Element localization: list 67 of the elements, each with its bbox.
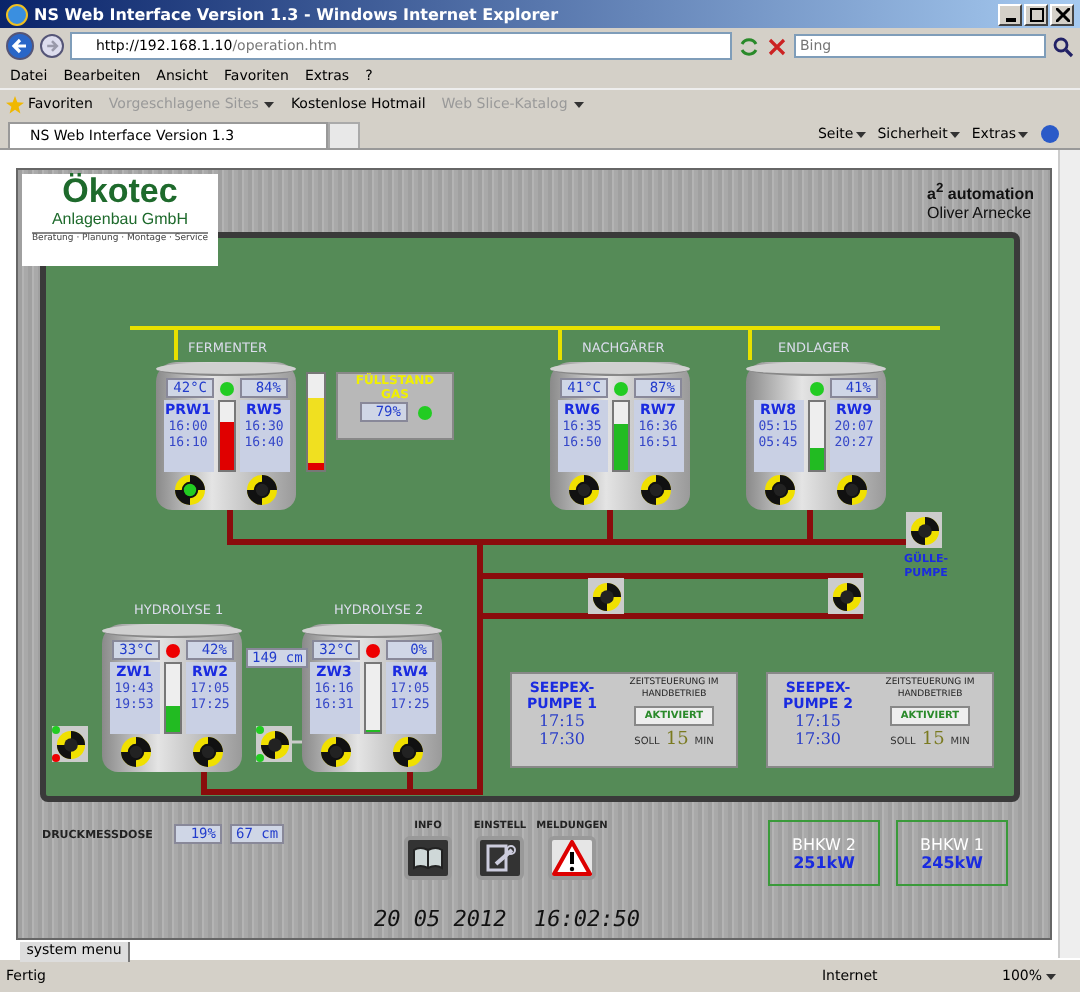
tank-lid bbox=[156, 362, 296, 376]
pump-icon[interactable] bbox=[320, 736, 352, 768]
close-icon bbox=[1055, 7, 1069, 21]
tank-lid bbox=[102, 624, 242, 638]
scrollbar[interactable] bbox=[1058, 150, 1080, 958]
caret-icon[interactable] bbox=[1018, 131, 1028, 137]
window-title: NS Web Interface Version 1.3 - Windows Internet Explorer bbox=[34, 5, 561, 23]
close-button[interactable] bbox=[1050, 3, 1074, 25]
pump-time: 17:15 bbox=[794, 712, 842, 730]
level-gauge bbox=[807, 400, 825, 472]
inlet-pump[interactable] bbox=[52, 726, 88, 762]
back-arrow-icon bbox=[10, 36, 30, 56]
stop-icon[interactable] bbox=[766, 35, 788, 57]
pump-time: 17:15 bbox=[538, 712, 586, 730]
pump-icon[interactable] bbox=[192, 736, 224, 768]
caret-icon[interactable] bbox=[855, 131, 866, 137]
help-icon[interactable] bbox=[1040, 124, 1060, 144]
minimize-button[interactable] bbox=[998, 3, 1022, 25]
level-gauge bbox=[217, 400, 235, 472]
pump-icon[interactable] bbox=[906, 512, 942, 548]
pump-icon[interactable] bbox=[246, 474, 278, 506]
pump-icon[interactable] bbox=[640, 474, 672, 506]
inlet-pump[interactable] bbox=[256, 726, 292, 762]
pump-time: 17:30 bbox=[538, 730, 586, 748]
back-button[interactable] bbox=[6, 32, 34, 60]
browser-icon bbox=[6, 3, 28, 25]
caret-icon[interactable] bbox=[1046, 973, 1056, 979]
pump-icon[interactable] bbox=[828, 578, 864, 614]
pump-icon[interactable] bbox=[174, 474, 206, 506]
pump-icon bbox=[55, 729, 85, 759]
setpoint-value: 15 bbox=[665, 730, 689, 750]
level-gauge bbox=[363, 662, 381, 734]
search-icon[interactable] bbox=[1052, 35, 1074, 57]
pump-icon[interactable] bbox=[568, 474, 600, 506]
book-icon bbox=[412, 846, 444, 870]
forward-arrow-icon bbox=[44, 38, 60, 54]
level-gauge bbox=[611, 400, 629, 472]
level-gauge bbox=[163, 662, 181, 734]
pump-icon[interactable] bbox=[764, 474, 796, 506]
tank-lid bbox=[746, 362, 886, 376]
setpoint-value: 15 bbox=[921, 730, 945, 750]
info-button[interactable] bbox=[404, 836, 452, 880]
brand-owner: Oliver Arnecke bbox=[927, 203, 1034, 222]
refresh-icon[interactable] bbox=[738, 35, 760, 57]
brand-name: a$^{2}$ automation bbox=[927, 182, 1034, 204]
pump-icon[interactable] bbox=[392, 736, 424, 768]
gas-level-gauge bbox=[306, 372, 326, 472]
caret-icon[interactable] bbox=[949, 131, 960, 137]
time-display: 16:02:50 bbox=[534, 906, 640, 932]
caret-icon[interactable] bbox=[573, 101, 584, 107]
wrench-icon bbox=[484, 844, 516, 872]
forward-button[interactable] bbox=[40, 34, 64, 58]
messages-button[interactable] bbox=[548, 836, 596, 880]
pump-icon bbox=[259, 729, 289, 759]
tank-lid bbox=[550, 362, 690, 376]
pump-icon[interactable] bbox=[120, 736, 152, 768]
maximize-button[interactable] bbox=[1024, 3, 1048, 25]
star-icon bbox=[6, 95, 24, 113]
date-display: 20 05 2012 bbox=[374, 906, 507, 932]
tank-lid bbox=[302, 624, 442, 638]
warning-icon bbox=[552, 840, 592, 876]
pump-icon[interactable] bbox=[588, 578, 624, 614]
pump-icon[interactable] bbox=[836, 474, 868, 506]
settings-button[interactable] bbox=[476, 836, 524, 880]
maximize-icon bbox=[1029, 7, 1043, 21]
caret-icon[interactable] bbox=[264, 101, 275, 107]
pump-time: 17:30 bbox=[794, 730, 842, 748]
